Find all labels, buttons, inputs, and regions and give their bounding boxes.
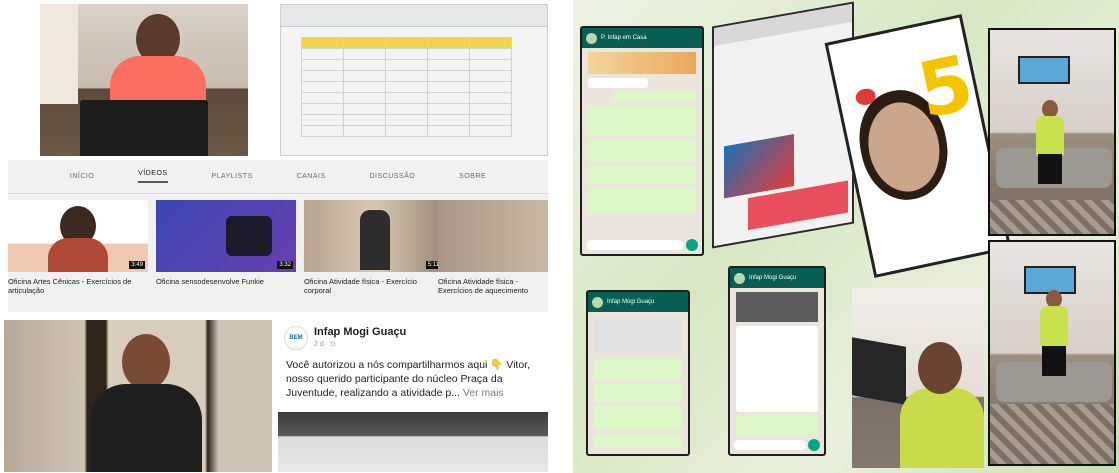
whatsapp-chat-screenshot: Infap Mogi Guaçu [728,266,826,456]
presenter-body [48,238,108,272]
person-shirt [1036,116,1064,156]
message-bubble [588,188,696,214]
group-avatar [592,296,603,308]
youtube-tabs: INÍCIO VÍDEOS PLAYLISTS CANAIS DISCUSSÃO… [8,160,548,194]
person-legs [1042,346,1066,376]
post-video[interactable] [278,412,548,472]
thumbnail-graphic [226,216,272,256]
spreadsheet-ribbon [281,5,547,27]
photo-dance-exercise [988,240,1116,466]
whatsapp-chat-screenshot: Infap Mogi Guaçu [586,290,690,456]
patterned-floor [990,200,1114,234]
video-title[interactable]: Oficina Atividade física - Exercícios de… [438,277,548,295]
tab-inicio[interactable]: INÍCIO [70,173,94,180]
message-bubble [594,406,682,430]
person-shirt [900,388,984,468]
photo-woman-with-laptop [852,288,984,468]
group-avatar [734,272,745,284]
video-title[interactable]: Oficina Artes Cênicas - Exercícios de ar… [8,277,148,295]
dancer-figure [360,210,390,270]
video-title[interactable]: Oficina Atividade física - Exercício cor… [304,277,444,295]
window-light [40,4,78,104]
video-duration: 3:32 [277,261,293,269]
post-text: Você autorizou a nós compartilharmos aqu… [286,358,544,400]
message-bubble [588,140,696,162]
video-duration: 3:49 [129,261,145,269]
message-bubble [594,358,682,380]
person-shirt [1040,306,1068,346]
message-bubble [588,106,696,136]
video-thumbnail [724,134,794,199]
see-more-link[interactable]: Ver mais [463,387,504,399]
chat-title: Infap Mogi Guaçu [607,299,655,305]
tab-canais[interactable]: CANAIS [297,173,326,180]
message-bubble [588,78,648,88]
message-input[interactable] [734,440,806,450]
tab-videos[interactable]: VÍDEOS [138,170,168,183]
page-avatar[interactable]: BEM [284,326,308,350]
message-bubble [594,434,682,448]
person-legs [1038,154,1062,184]
group-avatar [586,32,597,44]
chat-header: P. Infap em Casa [582,28,702,48]
person-head [918,342,962,394]
mic-icon[interactable] [686,239,698,251]
video-thumbnail[interactable]: 3:49 [8,200,148,272]
whatsapp-chat-screenshot: P. Infap em Casa [580,26,704,256]
message-bubble [612,92,696,102]
page-name[interactable]: Infap Mogi Guaçu [314,326,406,338]
facebook-post: BEM Infap Mogi Guaçu 2 d · ⊙ Você autori… [278,320,548,472]
message-bubble [594,384,682,402]
photo-girl-black-top [4,320,272,472]
tab-playlists[interactable]: PLAYLISTS [211,173,252,180]
shared-photo [736,292,818,322]
chat-header: Infap Mogi Guaçu [730,268,824,288]
shared-image [588,52,696,74]
laptop-screen-photo [712,1,854,249]
laptop [852,337,906,405]
message-bubble [736,326,818,412]
shared-document [594,318,682,352]
person-tanktop [90,384,202,472]
video-thumbnail[interactable]: 3:32 [156,200,296,272]
person-head [122,334,170,390]
message-input[interactable] [586,240,684,250]
mic-icon[interactable] [808,439,820,451]
message-bubble [588,166,696,184]
video-thumbnail[interactable]: 5:11 [304,200,444,272]
patterned-floor [990,404,1114,464]
message-bubble [736,416,818,436]
tab-sobre[interactable]: SOBRE [459,173,486,180]
wall-tv [1018,56,1070,84]
chat-title: Infap Mogi Guaçu [749,275,797,281]
post-meta: 2 d · ⊙ [314,341,336,348]
chat-header: Infap Mogi Guaçu [588,292,688,312]
video-title[interactable]: Oficina sensodesenvolve Funkie [156,277,296,286]
spreadsheet-grid [301,37,512,137]
photo-girl-with-laptop [40,4,248,156]
video-thumbnail[interactable] [438,200,548,272]
chat-title: P. Infap em Casa [601,35,647,41]
spreadsheet-screenshot [280,4,548,156]
tab-discussao[interactable]: DISCUSSÃO [369,173,415,180]
photo-dance-exercise [988,28,1116,236]
laptop [80,100,208,156]
youtube-channel-videos: INÍCIO VÍDEOS PLAYLISTS CANAIS DISCUSSÃO… [8,160,548,312]
